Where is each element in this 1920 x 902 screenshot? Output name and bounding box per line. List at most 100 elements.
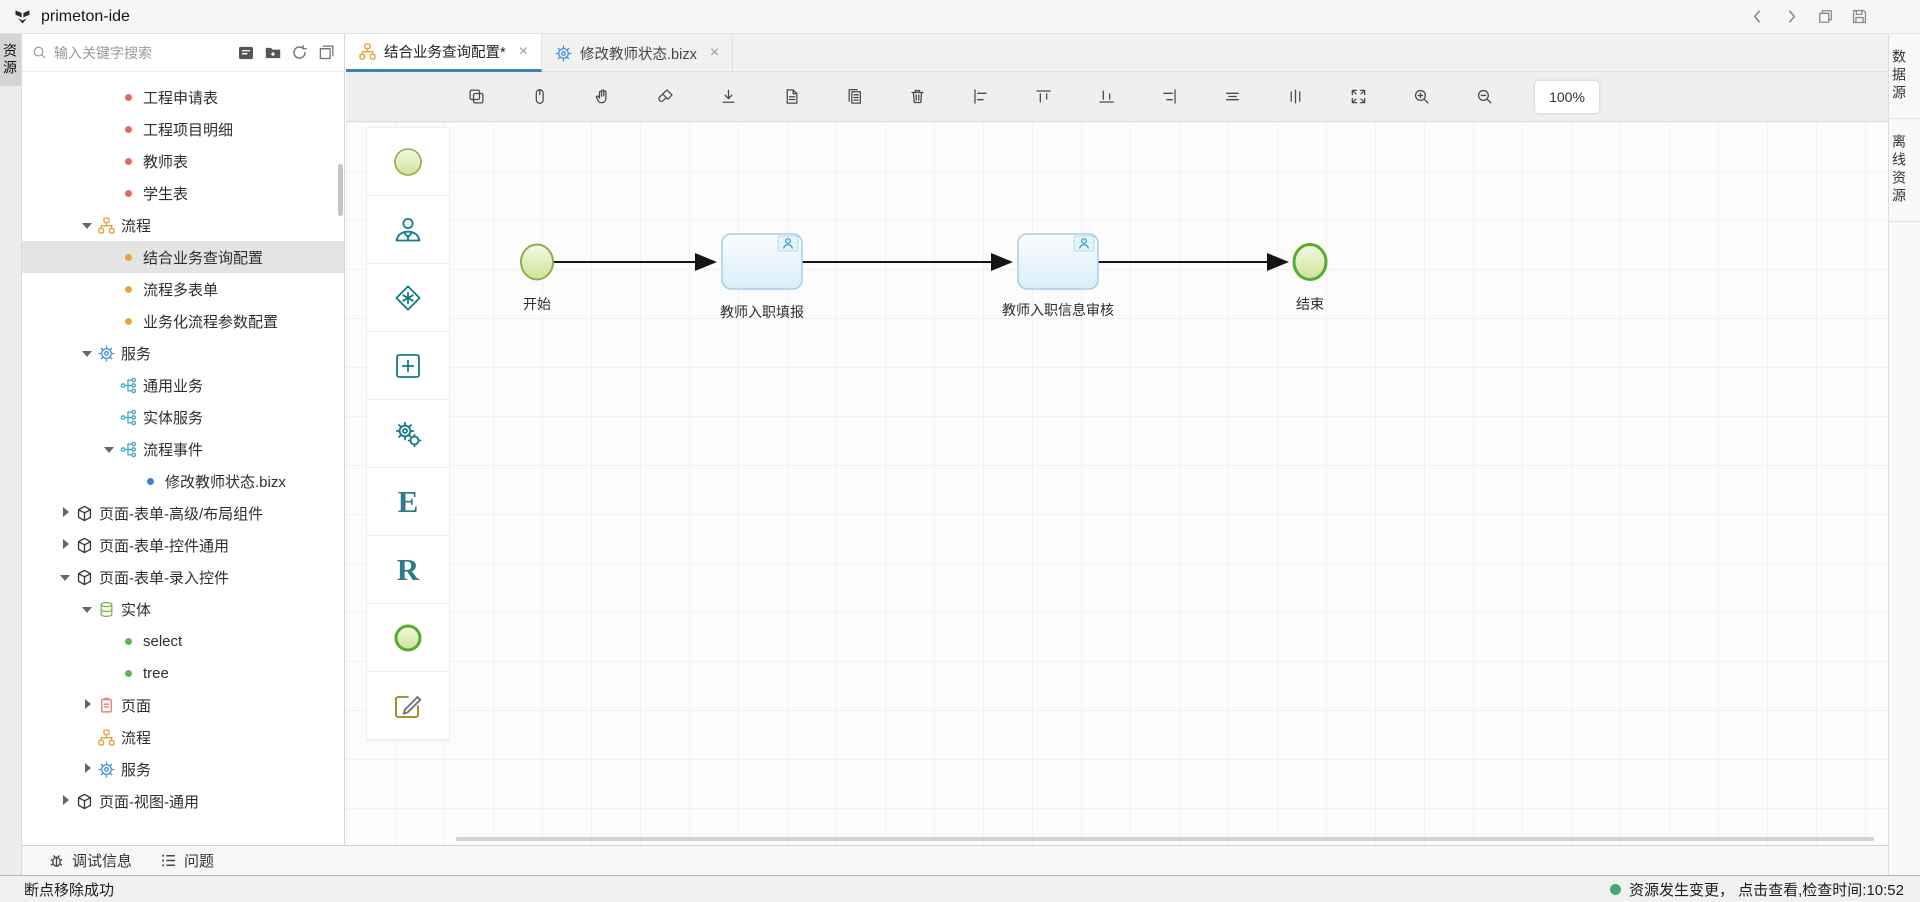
zoom-in-button[interactable]	[1409, 85, 1433, 109]
start-event-node[interactable]	[521, 245, 553, 280]
expand-arrow-icon[interactable]	[80, 345, 96, 361]
palette-user-task[interactable]	[367, 196, 449, 264]
copy-document-button[interactable]	[842, 85, 866, 109]
palette-end-event[interactable]	[367, 604, 449, 672]
align-left-button[interactable]	[968, 85, 992, 109]
delete-trash-button[interactable]	[905, 85, 929, 109]
tree-scrollbar[interactable]	[338, 164, 343, 216]
copy-button[interactable]	[464, 85, 488, 109]
bug-icon	[48, 852, 65, 869]
tree-item-12[interactable]: 修改教师状态.bizx	[22, 465, 344, 497]
distribute-vertical-button[interactable]	[1283, 85, 1307, 109]
palette-gateway[interactable]	[367, 264, 449, 332]
expand-arrow-icon[interactable]	[58, 505, 74, 521]
tree-item-5[interactable]: 结合业务查询配置	[22, 241, 344, 273]
palette-annotation-edit[interactable]	[367, 672, 449, 740]
tree-item-label: 工程申请表	[143, 87, 218, 108]
tree-item-3[interactable]: 学生表	[22, 177, 344, 209]
package-icon	[74, 537, 94, 554]
diagram-toolbar: 100%	[346, 72, 1888, 122]
tree-item-10[interactable]: 实体服务	[22, 401, 344, 433]
tree-item-18[interactable]: tree	[22, 657, 344, 689]
tree-item-19[interactable]: 页面	[22, 689, 344, 721]
tree-item-17[interactable]: select	[22, 625, 344, 657]
rail-tab-resources[interactable]: 资源	[0, 34, 21, 86]
editor-tab-0[interactable]: 结合业务查询配置*×	[346, 34, 542, 72]
tree-item-16[interactable]: 实体	[22, 593, 344, 625]
tree-item-7[interactable]: 业务化流程参数配置	[22, 305, 344, 337]
new-folder-icon[interactable]	[263, 43, 282, 62]
tree-item-11[interactable]: 流程事件	[22, 433, 344, 465]
diagram-canvas[interactable]: ER	[346, 122, 1888, 845]
expand-arrow-icon[interactable]	[80, 601, 96, 617]
service-icon	[118, 441, 138, 458]
rail-tab-offline-resources[interactable]: 离线资源	[1889, 119, 1920, 222]
expand-arrow-icon[interactable]	[58, 569, 74, 585]
rail-tab-datasource[interactable]: 数据源	[1889, 34, 1920, 119]
close-tab-icon[interactable]: ×	[519, 44, 528, 60]
tree-item-0[interactable]: 工程申请表	[22, 81, 344, 113]
palette-service-task[interactable]	[367, 400, 449, 468]
debug-info-tab[interactable]: 调试信息	[48, 850, 132, 871]
tree-item-1[interactable]: 工程项目明细	[22, 113, 344, 145]
start-event-icon	[393, 147, 423, 177]
tree-item-9[interactable]: 通用业务	[22, 369, 344, 401]
expand-arrow-icon[interactable]	[80, 697, 96, 713]
arrow-spacer	[102, 377, 118, 393]
page-icon	[96, 697, 116, 714]
canvas-horizontal-scrollbar[interactable]	[456, 837, 1874, 841]
tree-item-13[interactable]: 页面-表单-高级/布局组件	[22, 497, 344, 529]
palette-entity-letter[interactable]: E	[367, 468, 449, 536]
palette-subprocess[interactable]	[367, 332, 449, 400]
expand-arrow-icon[interactable]	[80, 217, 96, 233]
arrow-spacer	[102, 153, 118, 169]
gear-icon	[96, 345, 116, 362]
expand-arrow-icon[interactable]	[80, 761, 96, 777]
document-button[interactable]	[779, 85, 803, 109]
tree-item-21[interactable]: 服务	[22, 753, 344, 785]
select-tool-button[interactable]	[527, 85, 551, 109]
expand-arrow-icon[interactable]	[58, 793, 74, 809]
close-tab-icon[interactable]: ×	[710, 45, 719, 61]
tree-item-15[interactable]: 页面-表单-录入控件	[22, 561, 344, 593]
fit-screen-button[interactable]	[1346, 85, 1370, 109]
tree-item-2[interactable]: 教师表	[22, 145, 344, 177]
green-dot-icon	[118, 665, 138, 682]
restore-window-icon[interactable]	[1816, 8, 1834, 26]
tree-item-20[interactable]: 流程	[22, 721, 344, 753]
expand-arrow-icon[interactable]	[102, 441, 118, 457]
tree-item-label: 通用业务	[143, 375, 203, 396]
collapse-panel-icon[interactable]	[317, 43, 336, 62]
expand-arrow-icon[interactable]	[58, 537, 74, 553]
user-task-node-2[interactable]	[1018, 234, 1098, 289]
tree-item-22[interactable]: 页面-视图-通用	[22, 785, 344, 817]
download-button[interactable]	[716, 85, 740, 109]
align-top-button[interactable]	[1031, 85, 1055, 109]
resource-change-notice[interactable]: 资源发生变更， 点击查看,检查时间:10:52	[1610, 879, 1904, 900]
end-event-node[interactable]	[1294, 245, 1326, 280]
user-task-node-1[interactable]	[722, 234, 802, 289]
zoom-level-display[interactable]: 100%	[1535, 81, 1599, 113]
rule-letter-icon: R	[397, 552, 419, 588]
search-input[interactable]: 输入关键字搜索	[32, 43, 236, 63]
pan-hand-button[interactable]	[590, 85, 614, 109]
editor-tab-1[interactable]: 修改教师状态.bizx×	[542, 34, 733, 72]
refresh-icon[interactable]	[290, 43, 309, 62]
problems-tab[interactable]: 问题	[160, 850, 214, 871]
import-resource-icon[interactable]	[236, 43, 255, 62]
tree-item-6[interactable]: 流程多表单	[22, 273, 344, 305]
forward-icon[interactable]	[1782, 8, 1800, 26]
arrow-spacer	[102, 633, 118, 649]
align-center-button[interactable]	[1220, 85, 1244, 109]
clean-brush-button[interactable]	[653, 85, 677, 109]
save-icon[interactable]	[1850, 8, 1868, 26]
tree-item-8[interactable]: 服务	[22, 337, 344, 369]
zoom-out-button[interactable]	[1472, 85, 1496, 109]
back-icon[interactable]	[1748, 8, 1766, 26]
align-right-button[interactable]	[1157, 85, 1181, 109]
tree-item-14[interactable]: 页面-表单-控件通用	[22, 529, 344, 561]
tree-item-4[interactable]: 流程	[22, 209, 344, 241]
align-bottom-button[interactable]	[1094, 85, 1118, 109]
palette-start-event[interactable]	[367, 128, 449, 196]
palette-rule-letter[interactable]: R	[367, 536, 449, 604]
